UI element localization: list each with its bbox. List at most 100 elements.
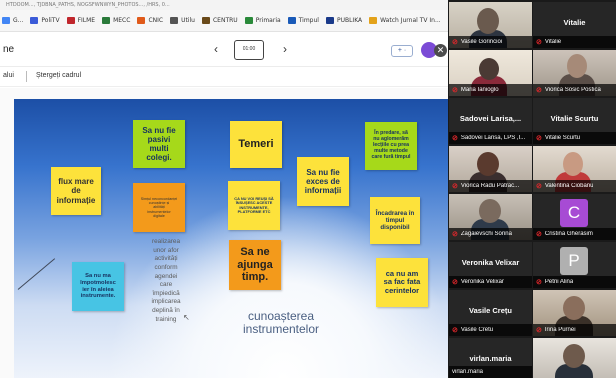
bookmark-item[interactable]: Utilu <box>170 17 195 24</box>
participant-tile[interactable]: C ⊘ Cristina Gherasim <box>533 194 616 240</box>
participant-label-bar: ⊘ Cristina Gherasim <box>533 228 616 240</box>
whiteboard-canvas[interactable]: flux mare de informație Sa nu fie pasivi mul… <box>14 99 448 378</box>
participant-tile[interactable]: Vasile Crețu ⊘ Vasile Cretu <box>449 290 532 336</box>
sticky-note[interactable]: Sa ne ajunga timp. <box>229 240 281 290</box>
participant-tile[interactable]: ⊘ Vasile Gorincioi <box>449 2 532 48</box>
sticky-note[interactable]: flux mare de informație <box>51 167 101 215</box>
participant-tile[interactable]: Vitalie Scurtu ⊘ Vitalie Scurtu <box>533 98 616 144</box>
participant-name-title: Sadovei Larisa,... <box>459 114 522 123</box>
bookmark-favicon-icon <box>102 17 111 24</box>
bookmark-label: G... <box>13 17 24 24</box>
participant-tile[interactable]: Veronika Velixar ⊘ Veronika Velixar <box>449 242 532 288</box>
freehand-text-line: împiedică <box>152 289 180 297</box>
mic-muted-icon: ⊘ <box>536 38 542 46</box>
previous-page-button[interactable]: ‹ <box>214 42 218 56</box>
participant-tile[interactable]: P ⊘ Petrii Alina <box>533 242 616 288</box>
bookmark-item[interactable]: PUBLIKA <box>325 17 362 24</box>
note-text-line: flux mare <box>58 177 94 187</box>
participant-name: Irina Purnei <box>544 327 576 333</box>
board-heading-text[interactable]: cunoașterea instrumentelor <box>225 309 337 337</box>
bookmark-label: FILME <box>77 17 96 24</box>
bookmark-item[interactable]: FILME <box>66 17 96 24</box>
video-call-participants: ⊘ Vasile Gorincioi Vitalie ⊘ Vitalie ⊘ Maria I… <box>448 0 616 378</box>
participant-tile[interactable]: ⊘ Valentina Ciobanu <box>533 146 616 192</box>
bookmark-item[interactable]: Watch Jurnal TV In... <box>369 17 441 24</box>
whiteboard-toolbar: ne ‹ 01:00 › + · ✕ <box>0 33 448 67</box>
bookmark-label: PoliTV <box>41 17 60 24</box>
participant-label-bar: ⊘ Vitalie <box>533 36 616 48</box>
next-page-button[interactable]: › <box>283 42 287 56</box>
participant-name-title: Vasile Crețu <box>469 306 512 315</box>
sticky-note[interactable]: În predare, să nu aglomerăm lecțiile cu pr… <box>365 122 417 170</box>
sticky-note[interactable]: Sa nu fie pasivi multi colegi. <box>133 120 185 168</box>
note-text-line: Sa nu ma <box>85 273 111 280</box>
sticky-note[interactable]: ca nu am sa fac fata cerintelor <box>376 258 428 307</box>
sticky-note[interactable]: Sa nu ma împotmolesc ier în aleiea instrume… <box>72 262 124 311</box>
bookmark-item[interactable]: Primaria <box>244 17 281 24</box>
bookmark-favicon-icon <box>66 17 75 24</box>
freehand-text[interactable]: realizarea unor afor activități conform agen… <box>148 238 184 324</box>
participant-tile[interactable]: ⊘ Irina Purnei <box>533 290 616 336</box>
note-text-line: care fură timpul <box>371 153 411 160</box>
bookmark-label: Timpul <box>298 17 319 24</box>
close-icon[interactable]: ✕ <box>434 44 447 57</box>
note-text-line: Încadrarea în <box>375 209 415 217</box>
note-text-line: colegi. <box>146 153 172 163</box>
participant-label-bar: ⊘ Valentina Ciobanu <box>533 180 616 192</box>
participant-tile[interactable]: ⊘ Viorica Radu Patrac... <box>449 146 532 192</box>
participant-tile[interactable] <box>533 338 616 378</box>
participant-tile[interactable]: ⊘ Zagaievschi Sorina <box>449 194 532 240</box>
freehand-text-line: implicarea <box>151 298 181 306</box>
bookmark-item[interactable]: CENTRU <box>201 17 238 24</box>
participant-name: Veronika Velixar <box>460 279 504 285</box>
freehand-text-line: conform <box>154 263 178 271</box>
participant-tile[interactable]: ⊘ Maria Ianioglo <box>449 50 532 96</box>
person-head <box>563 296 585 320</box>
add-page-button[interactable]: + · <box>391 45 413 57</box>
bookmark-item[interactable]: G... <box>2 17 23 24</box>
participant-tile[interactable]: virlan.maria virlan.maria <box>449 338 532 378</box>
note-text-line: exces de <box>306 176 340 186</box>
note-text-line: instrumente. <box>80 293 116 300</box>
note-text-line: timp. <box>241 271 269 284</box>
note-text-line: de <box>71 186 81 196</box>
sticky-note[interactable]: Simțul neconcordanței cunoștințe și abilit… <box>133 183 185 232</box>
note-text-line: informații <box>304 186 342 196</box>
url-bar[interactable]: HTDOOM..., TJDBNA_PATHS, NOGSFWNWYN_PHOT… <box>0 0 448 10</box>
sticky-note[interactable]: CA NU VOI REUȘI SĂ ÎNSUȘESC ACESTE INSTRUM… <box>228 181 280 230</box>
mic-muted-icon: ⊘ <box>452 38 458 46</box>
sticky-note[interactable]: Sa nu fie exces de informații <box>297 157 349 206</box>
note-text-line: timpul <box>385 216 405 224</box>
participant-name: Sadovei Larisa, LPS ,I... <box>460 135 526 141</box>
bookmark-item[interactable]: PoliTV <box>30 17 60 24</box>
participant-tile[interactable]: ⊘ Viorica Sosic Postica <box>533 50 616 96</box>
mic-muted-icon: ⊘ <box>452 182 458 190</box>
note-text-line: cerintelor <box>384 285 420 295</box>
participant-tile[interactable]: Vitalie ⊘ Vitalie <box>533 2 616 48</box>
sticky-note[interactable]: Încadrarea în timpul disponibil <box>370 197 420 244</box>
person-head <box>479 58 499 80</box>
undo-button[interactable]: alui <box>3 72 14 79</box>
note-text-line: Sa nu fie <box>142 125 176 135</box>
bookmark-item[interactable]: CNIC <box>137 17 163 24</box>
person-head <box>479 199 501 223</box>
bookmark-favicon-icon <box>287 17 296 24</box>
sticky-note[interactable]: Temeri <box>230 121 282 168</box>
participant-label-bar: ⊘ Zagaievschi Sorina <box>449 228 532 240</box>
heading-text-line: instrumentelor <box>242 322 320 337</box>
note-text-line: Sa ne <box>240 246 270 259</box>
bookmark-item[interactable]: MECC <box>102 17 130 24</box>
note-text-line: pasivi <box>147 134 171 144</box>
note-text-line: ier în aleiea <box>82 286 114 293</box>
page-thumbnail[interactable]: 01:00 <box>234 40 264 60</box>
participant-label-bar: ⊘ Vitalie Scurtu <box>533 132 616 144</box>
mic-muted-icon: ⊘ <box>536 230 542 238</box>
bookmarks-bar: G... PoliTV FILME MECC CNIC Utilu CENTRU Primar… <box>0 10 448 32</box>
bookmark-favicon-icon <box>244 17 253 24</box>
note-text-line: informație <box>56 195 96 205</box>
bookmark-favicon-icon <box>137 17 146 24</box>
bookmark-item[interactable]: Timpul <box>287 17 319 24</box>
clear-frame-button[interactable]: Ștergeți cadrul <box>36 72 81 79</box>
participant-name: Viorica Sosic Postica <box>544 87 601 93</box>
participant-tile[interactable]: Sadovei Larisa,... ⊘ Sadovei Larisa, LPS ,… <box>449 98 532 144</box>
